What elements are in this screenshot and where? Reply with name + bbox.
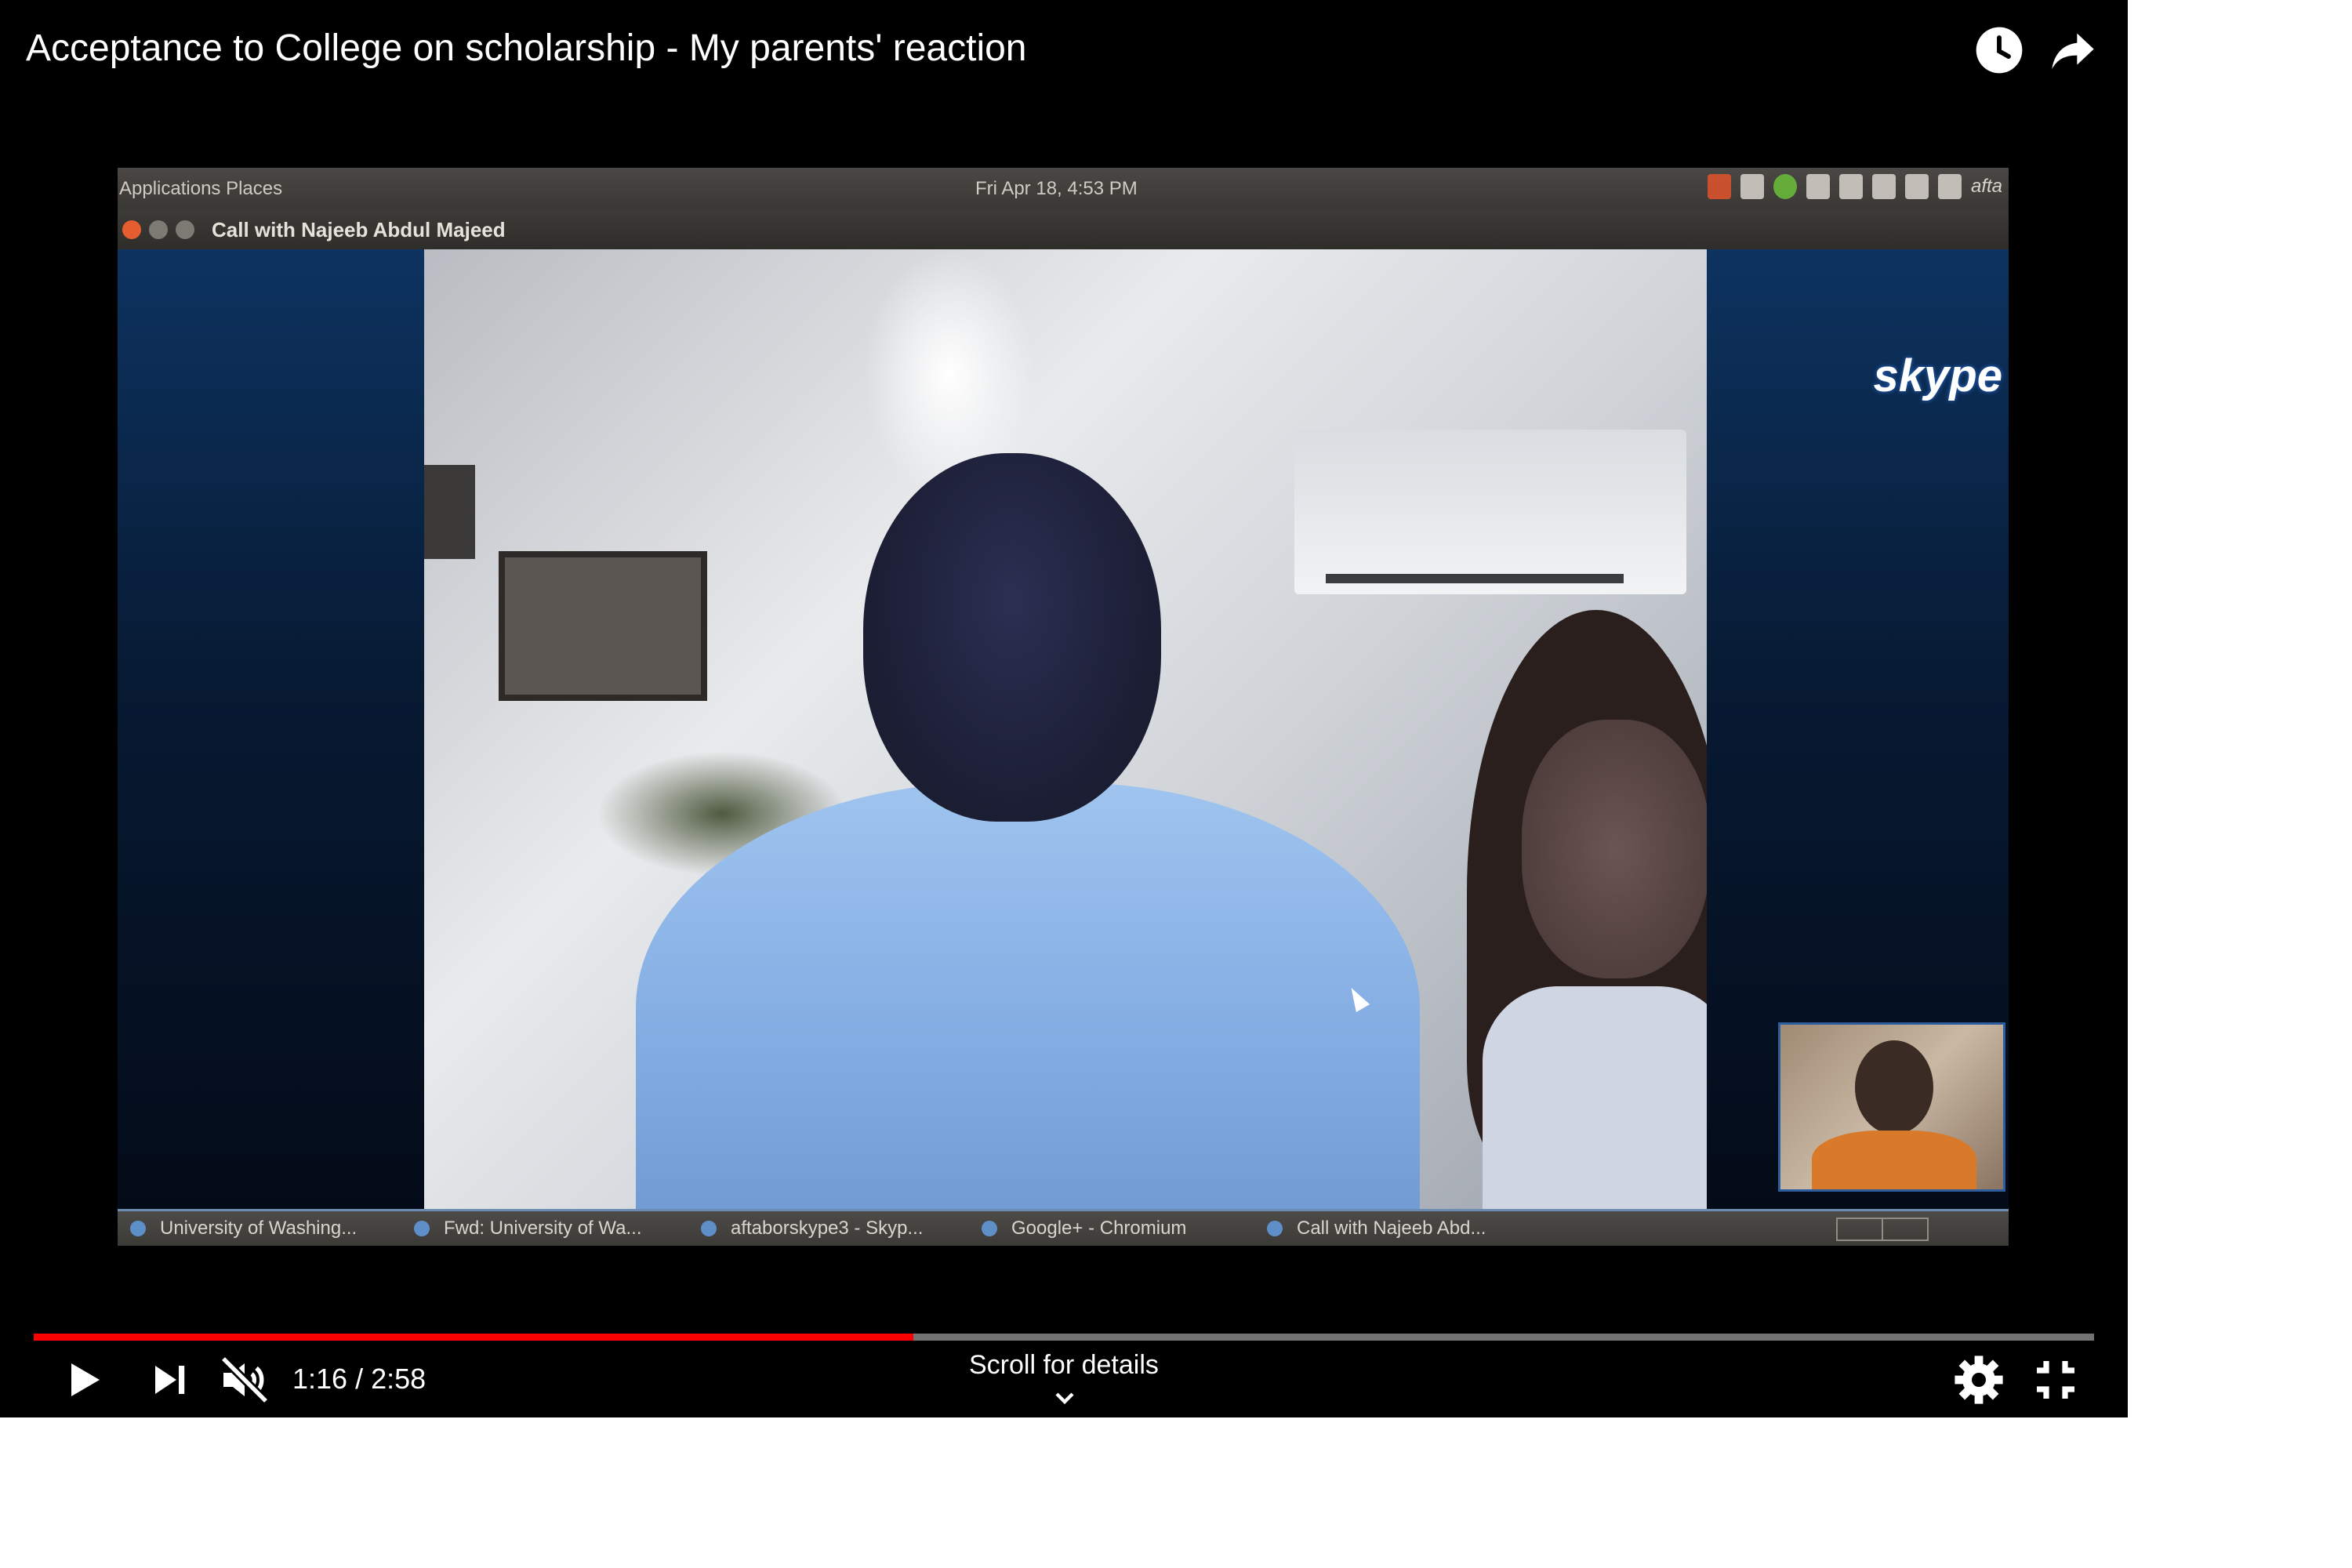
clock-icon bbox=[1976, 27, 2023, 74]
skype-logo: skype bbox=[1873, 350, 2002, 401]
mute-button[interactable] bbox=[216, 1352, 273, 1408]
taskbar-item: Fwd: University of Wa... bbox=[414, 1218, 642, 1240]
exit-fullscreen-button[interactable] bbox=[2027, 1352, 2084, 1408]
mother-face bbox=[1522, 720, 1707, 978]
panel-user: afta bbox=[1970, 176, 2002, 197]
play-icon bbox=[71, 1363, 100, 1396]
progress-played bbox=[34, 1334, 914, 1341]
self-view-video bbox=[1778, 1022, 2005, 1192]
video-player[interactable]: Acceptance to College on scholarship - M… bbox=[0, 0, 2128, 1417]
time-display: 1:16 / 2:58 bbox=[292, 1363, 426, 1395]
wall-picture bbox=[499, 551, 707, 701]
workspace-switcher-2 bbox=[1882, 1218, 1929, 1241]
remote-video-feed bbox=[424, 249, 1707, 1211]
skype-call-area: skype bbox=[118, 249, 2009, 1211]
panel-menu: Applications Places bbox=[119, 178, 283, 199]
person-father bbox=[636, 453, 1420, 1211]
share-arrow-icon bbox=[2052, 33, 2094, 69]
window-minimize-icon bbox=[149, 220, 168, 239]
self-head bbox=[1855, 1040, 1933, 1134]
message-icon bbox=[1937, 174, 1962, 199]
video-frame[interactable]: Applications Places Fri Apr 18, 4:53 PM … bbox=[118, 168, 2009, 1246]
skype-status-icon bbox=[1773, 174, 1797, 199]
play-button[interactable] bbox=[55, 1352, 111, 1408]
gear-icon bbox=[1955, 1356, 2003, 1404]
exit-fullscreen-icon bbox=[2037, 1361, 2074, 1399]
chevron-down-icon bbox=[1055, 1392, 1074, 1405]
desktop-taskbar: University of Washing... Fwd: University… bbox=[118, 1209, 2009, 1246]
share-button[interactable] bbox=[2048, 25, 2098, 75]
panel-clock: Fri Apr 18, 4:53 PM bbox=[975, 178, 1138, 199]
wifi-icon bbox=[1904, 174, 1929, 199]
scroll-for-details[interactable]: Scroll for details bbox=[969, 1350, 1159, 1381]
wall-speaker bbox=[424, 465, 475, 559]
self-shirt bbox=[1812, 1131, 1976, 1189]
workspace-switcher-1 bbox=[1836, 1218, 1883, 1241]
desktop-top-panel: Applications Places Fri Apr 18, 4:53 PM … bbox=[118, 168, 2009, 209]
progress-bar[interactable] bbox=[34, 1334, 2094, 1341]
system-tray: afta bbox=[1707, 174, 2002, 199]
speaker-icon bbox=[1838, 174, 1863, 199]
air-conditioner bbox=[1294, 430, 1686, 594]
window-title: Call with Najeeb Abdul Majeed bbox=[212, 218, 506, 241]
taskbar-item: Call with Najeeb Abd... bbox=[1267, 1218, 1486, 1240]
video-title: Acceptance to College on scholarship - M… bbox=[26, 27, 1027, 69]
taskbar-item: University of Washing... bbox=[130, 1218, 357, 1240]
mother-body bbox=[1483, 986, 1707, 1211]
settings-button[interactable] bbox=[1951, 1352, 2007, 1408]
bluetooth-icon bbox=[1871, 174, 1896, 199]
window-titlebar: Call with Najeeb Abdul Majeed bbox=[118, 209, 2009, 249]
father-head bbox=[863, 453, 1161, 822]
father-shirt bbox=[636, 782, 1420, 1211]
watch-later-button[interactable] bbox=[1974, 25, 2024, 75]
person-mother bbox=[1467, 610, 1707, 1211]
tray-app-icon bbox=[1707, 174, 1731, 199]
microphone-icon bbox=[1740, 174, 1764, 199]
taskbar-item: aftaborskype3 - Skyp... bbox=[701, 1218, 923, 1240]
window-close-icon bbox=[122, 220, 141, 239]
taskbar-item: Google+ - Chromium bbox=[982, 1218, 1186, 1240]
battery-icon bbox=[1806, 174, 1830, 199]
volume-muted-icon bbox=[220, 1356, 269, 1404]
window-maximize-icon bbox=[176, 220, 194, 239]
next-button[interactable] bbox=[141, 1352, 198, 1408]
next-icon bbox=[155, 1366, 185, 1394]
